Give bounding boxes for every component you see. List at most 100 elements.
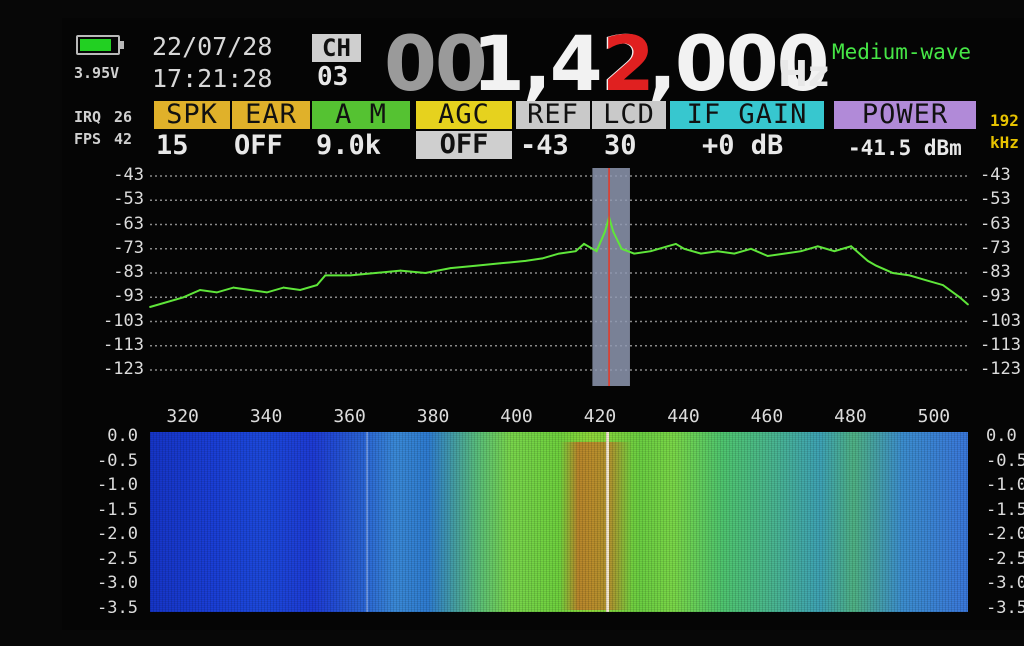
spectrum-y-tick-right: -103 — [980, 310, 1021, 331]
spectrum-point — [399, 269, 402, 272]
spectrum-point — [967, 303, 969, 306]
spectrum-x-tick: 360 — [333, 406, 366, 427]
waterfall-y-tick-left: 0.0 — [107, 426, 138, 446]
spectrum-chart[interactable] — [62, 18, 1024, 438]
spectrum-point — [349, 274, 352, 277]
spectrum-point — [716, 250, 719, 253]
spectrum-point — [612, 230, 615, 233]
waterfall-display[interactable] — [150, 432, 968, 612]
spectrum-point — [908, 274, 911, 277]
waterfall-y-tick-left: -2.5 — [97, 548, 138, 569]
waterfall-y-tick-left: -1.0 — [97, 475, 138, 496]
spectrum-point — [766, 255, 769, 257]
spectrum-grid — [150, 175, 968, 371]
spectrum-point — [942, 284, 944, 287]
spectrum-y-tick-left: -83 — [113, 262, 144, 282]
waterfall-y-tick-left: -0.5 — [97, 450, 138, 471]
waterfall-y-tick-right: -1.0 — [986, 475, 1024, 496]
spectrum-point — [783, 252, 786, 255]
waterfall-y-tick-left: -1.5 — [97, 499, 138, 520]
spectrum-y-tick-right: -83 — [980, 262, 1011, 282]
waterfall-y-tick-right: -0.5 — [986, 450, 1024, 471]
spectrum-point — [449, 267, 452, 270]
spectrum-y-tick-left: -103 — [103, 310, 144, 331]
spectrum-point — [633, 252, 636, 255]
spectrum-point — [800, 250, 802, 253]
waterfall-y-tick-right: -3.0 — [986, 573, 1024, 594]
spectrum-point — [583, 243, 585, 245]
spectrum-point — [833, 250, 836, 253]
spectrum-point — [149, 306, 151, 308]
spectrum-point — [324, 274, 327, 277]
spectrum-point — [595, 250, 598, 253]
spectrum-y-tick-right: -73 — [980, 237, 1011, 258]
spectrum-point — [265, 291, 268, 294]
spectrum-point — [733, 252, 736, 255]
spectrum-y-tick-right: -113 — [980, 334, 1021, 355]
waterfall-y-tick-right: 0.0 — [986, 426, 1017, 446]
spectrum-point — [249, 289, 252, 291]
waterfall-y-tick-right: -3.5 — [986, 598, 1024, 618]
spectrum-y-tick-right: -53 — [980, 189, 1011, 210]
spectrum-point — [524, 259, 527, 262]
spectrum-point — [816, 245, 819, 248]
spectrum-point — [674, 243, 677, 245]
spectrum-point — [574, 250, 577, 253]
spectrum-x-tick: 340 — [249, 406, 283, 427]
sdr-screen: 3.95V IRQ 26 FPS 42 22/07/28 17:21:28 CH… — [62, 18, 1024, 630]
spectrum-y-tick-right: -63 — [980, 213, 1011, 234]
spectrum-point — [958, 296, 961, 299]
waterfall-y-tick-left: -3.5 — [97, 598, 138, 618]
spectrum-point — [850, 245, 853, 248]
waterfall-y-tick-right: -2.5 — [986, 548, 1024, 569]
spectrum-point — [215, 291, 218, 294]
spectrum-point — [474, 264, 477, 267]
spectrum-y-tick-right: -93 — [980, 286, 1011, 307]
bandwidth-shade — [592, 168, 630, 386]
waterfall-y-tick-left: -3.0 — [97, 573, 138, 594]
spectrum-y-tick-left: -93 — [113, 286, 144, 307]
spectrum-point — [649, 250, 652, 253]
spectrum-point — [683, 247, 686, 250]
spectrum-point — [199, 289, 201, 291]
spectrum-point — [374, 272, 377, 274]
spectrum-x-tick: 460 — [750, 406, 784, 427]
waterfall-noise — [150, 432, 968, 612]
waterfall-y-tick-right: -1.5 — [986, 499, 1024, 520]
spectrum-point — [541, 257, 544, 260]
spectrum-point — [925, 279, 928, 282]
spectrum-point — [891, 272, 894, 274]
spectrum-point — [620, 247, 623, 250]
spectrum-point — [666, 245, 669, 248]
spectrum-point — [699, 252, 702, 255]
spectrum-y-tick-left: -123 — [103, 359, 144, 379]
spectrum-x-tick: 380 — [416, 406, 450, 427]
spectrum-y-tick-left: -53 — [113, 189, 144, 210]
spectrum-y-tick-left: -73 — [113, 237, 144, 258]
spectrum-point — [875, 264, 878, 267]
spectrum-trace — [149, 213, 969, 308]
waterfall-y-tick-left: -2.0 — [97, 524, 138, 545]
spectrum-y-tick-left: -113 — [103, 334, 144, 355]
spectrum-point — [499, 262, 502, 265]
spectrum-point — [299, 289, 302, 291]
spectrum-x-tick: 320 — [166, 406, 199, 427]
spectrum-point — [558, 252, 560, 255]
spectrum-y-tick-left: -43 — [113, 165, 144, 185]
spectrum-y-tick-left: -63 — [113, 213, 144, 234]
spectrum-x-tick: 440 — [667, 406, 700, 427]
spectrum-x-tick: 480 — [834, 406, 867, 427]
spectrum-point — [750, 247, 752, 250]
spectrum-x-tick: 420 — [583, 406, 617, 427]
waterfall-y-tick-right: -2.0 — [986, 524, 1024, 545]
spectrum-y-tick-right: -43 — [980, 165, 1011, 185]
spectrum-point — [424, 272, 427, 274]
spectrum-bandwidth-group — [592, 168, 630, 386]
spectrum-y-tick-right: -123 — [980, 359, 1021, 379]
spectrum-point — [866, 259, 869, 262]
spectrum-x-tick: 500 — [917, 406, 951, 427]
spectrum-point — [282, 286, 285, 289]
spectrum-point — [232, 286, 235, 289]
spectrum-point — [604, 230, 606, 233]
spectrum-point — [316, 284, 318, 287]
